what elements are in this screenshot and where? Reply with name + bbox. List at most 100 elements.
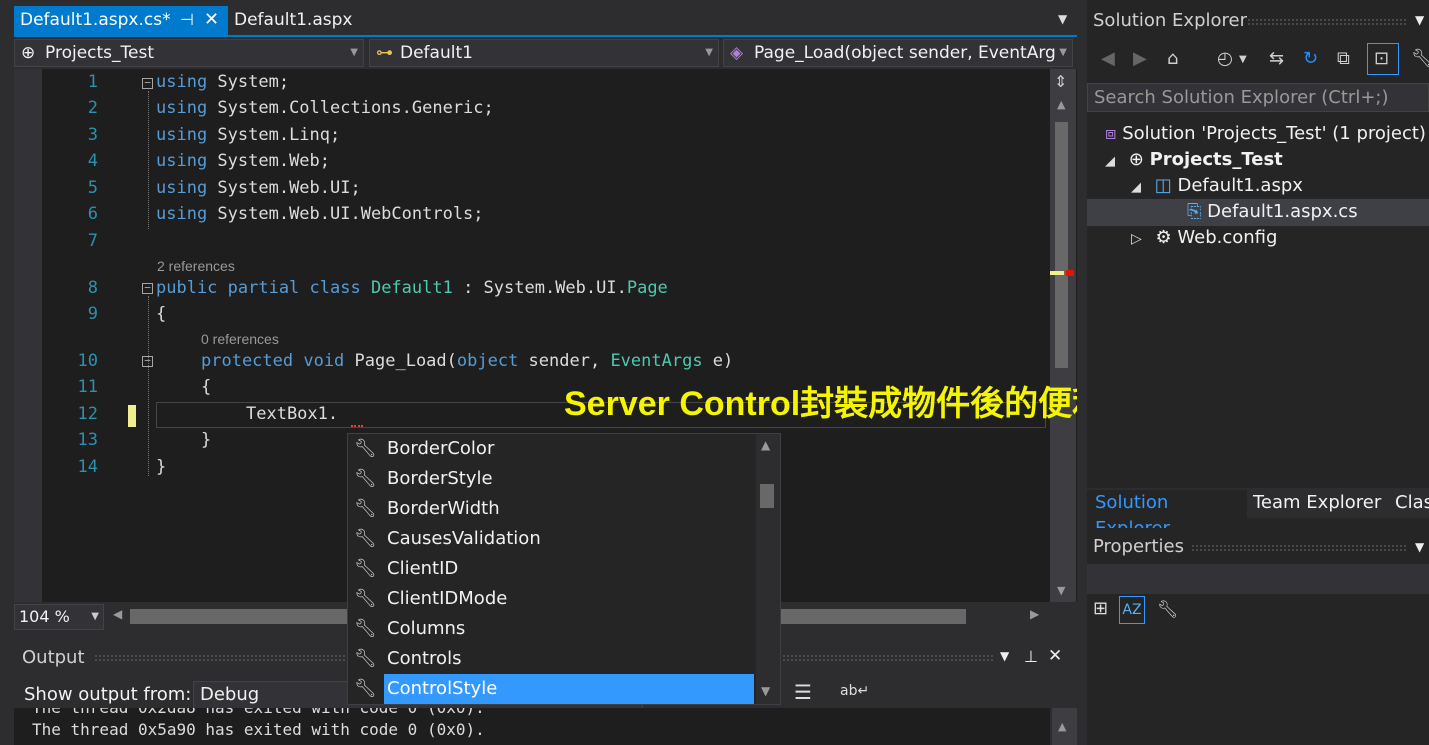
window-position-icon[interactable]: ▼ bbox=[1415, 13, 1424, 27]
clear-all-icon[interactable]: ☰ bbox=[794, 680, 812, 704]
code-line-10: protected void Page_Load(object sender, … bbox=[201, 351, 734, 371]
home-icon[interactable]: ⌂ bbox=[1167, 48, 1178, 69]
class-dropdown[interactable]: ⊶ Default1 ▼ bbox=[369, 39, 719, 67]
tab-team-explorer[interactable]: Team Explorer bbox=[1253, 492, 1381, 513]
intellisense-item[interactable]: 🔧︎ BorderWidth bbox=[348, 494, 754, 524]
intellisense-list[interactable]: 🔧︎ BorderColor 🔧︎ BorderStyle 🔧︎ BorderWidt… bbox=[347, 433, 781, 705]
intellisense-item[interactable]: 🔧︎ Controls bbox=[348, 644, 754, 674]
wrench-icon: 🔧︎ bbox=[354, 438, 377, 459]
sync-icon[interactable]: ⇆ bbox=[1269, 48, 1284, 69]
scroll-right-icon[interactable]: ▶ bbox=[1030, 607, 1039, 621]
outline-guide bbox=[148, 296, 149, 476]
zoom-dropdown[interactable]: 104 % ▼ bbox=[14, 604, 104, 630]
scroll-up-icon[interactable]: ▲ bbox=[1058, 720, 1066, 733]
window-position-icon[interactable]: ▼ bbox=[1415, 540, 1424, 554]
editor-margin bbox=[14, 69, 42, 602]
wrench-icon: 🔧︎ bbox=[354, 528, 377, 549]
intellisense-item-selected[interactable]: 🔧︎ ControlStyle bbox=[348, 674, 754, 704]
collapse-icon[interactable]: − bbox=[142, 77, 153, 89]
wrench-icon: 🔧︎ bbox=[354, 468, 377, 489]
scroll-down-icon[interactable]: ▼ bbox=[761, 684, 770, 698]
codelens-references[interactable]: 0 references bbox=[201, 331, 279, 347]
pin-icon[interactable]: ⊥ bbox=[1024, 647, 1038, 666]
word-wrap-icon[interactable]: ab↵ bbox=[840, 683, 869, 699]
properties-wrench-icon[interactable]: 🔧︎ bbox=[1411, 48, 1429, 69]
tab-overflow-icon[interactable]: ▼ bbox=[1058, 12, 1067, 26]
output-log[interactable]: The thread 0x2da8 has exited with code 0… bbox=[14, 708, 1050, 745]
solution-search-input[interactable]: Search Solution Explorer (Ctrl+;) bbox=[1087, 83, 1429, 112]
intellisense-item[interactable]: 🔧︎ CausesValidation bbox=[348, 524, 754, 554]
chevron-down-icon[interactable]: ▼ bbox=[1239, 54, 1247, 65]
chevron-down-icon: ▼ bbox=[705, 47, 713, 58]
history-icon[interactable]: ◴ bbox=[1217, 48, 1233, 69]
codelens-references[interactable]: 2 references bbox=[157, 258, 235, 274]
tab-default1-aspx-cs[interactable]: Default1.aspx.cs* ⊣ ✕ bbox=[14, 6, 228, 35]
scrollbar-thumb[interactable] bbox=[1055, 122, 1068, 368]
alphabetical-icon[interactable]: AZ bbox=[1119, 596, 1145, 624]
error-squiggle bbox=[351, 424, 363, 427]
output-title: Output bbox=[22, 647, 85, 668]
scroll-down-icon[interactable]: ▼ bbox=[1057, 584, 1065, 597]
code-line-1: using System; bbox=[156, 72, 290, 92]
code-line-14: } bbox=[156, 457, 167, 477]
expanded-icon: ◢ bbox=[1131, 180, 1141, 195]
intellisense-item[interactable]: 🔧︎ BorderColor bbox=[348, 434, 754, 464]
properties-panel bbox=[1087, 528, 1429, 745]
tab-solution-explorer[interactable]: Solution Explorer bbox=[1087, 490, 1247, 539]
output-scrollbar[interactable]: ▲ bbox=[1052, 708, 1077, 745]
scroll-up-icon[interactable]: ▲ bbox=[761, 438, 770, 452]
refresh-icon[interactable]: ↻ bbox=[1303, 48, 1318, 69]
close-icon[interactable]: ✕ bbox=[204, 6, 219, 34]
collapsed-icon: ▷ bbox=[1131, 231, 1142, 247]
intellisense-item[interactable]: 🔧︎ ClientID bbox=[348, 554, 754, 584]
code-line-6: using System.Web.UI.WebControls; bbox=[156, 204, 484, 224]
back-icon[interactable]: ◀ bbox=[1101, 48, 1115, 69]
panel-grip bbox=[1191, 544, 1407, 552]
tree-item-codebehind-label[interactable]: ⎘ Default1.aspx.cs bbox=[1187, 201, 1358, 222]
tab-class-view[interactable]: Clas bbox=[1395, 492, 1429, 513]
wrench-icon: 🔧︎ bbox=[354, 558, 377, 579]
intellisense-item[interactable]: 🔧︎ Columns bbox=[348, 614, 754, 644]
scrollbar-thumb[interactable] bbox=[760, 484, 774, 508]
code-line-12: TextBox1. bbox=[246, 404, 339, 424]
tree-item-solution[interactable]: ⧈ Solution 'Projects_Test' (1 project) bbox=[1105, 123, 1426, 144]
tree-item-page[interactable]: ◢ ◫ Default1.aspx bbox=[1131, 175, 1303, 196]
close-icon[interactable]: ✕ bbox=[1048, 646, 1062, 666]
method-icon: ◈ bbox=[730, 43, 744, 63]
categorized-icon[interactable]: ⊞ bbox=[1093, 598, 1108, 619]
properties-object-dropdown[interactable] bbox=[1087, 564, 1429, 594]
csharp-file-icon: ⎘ bbox=[1187, 201, 1202, 222]
solution-explorer-panel: Solution Explorer ▼ ◀ ▶ ⌂ ◴ ▼ ⇆ ↻ ⧉ ⊡ 🔧︎… bbox=[1087, 0, 1429, 745]
chevron-down-icon: ▼ bbox=[350, 47, 358, 58]
wrench-icon: 🔧︎ bbox=[354, 678, 377, 699]
window-position-icon[interactable]: ▼ bbox=[1000, 649, 1009, 663]
intellisense-scrollbar[interactable]: ▲ ▼ bbox=[756, 434, 780, 704]
expanded-icon: ◢ bbox=[1105, 154, 1115, 169]
code-line-3: using System.Linq; bbox=[156, 125, 341, 145]
chevron-down-icon: ▼ bbox=[91, 611, 99, 622]
show-all-files-button[interactable]: ⊡ bbox=[1367, 43, 1399, 75]
output-line: The thread 0x5a90 has exited with code 0… bbox=[32, 720, 485, 739]
chevron-down-icon: ▼ bbox=[1059, 40, 1067, 66]
collapse-all-icon[interactable]: ⧉ bbox=[1337, 48, 1350, 69]
code-line-4: using System.Web; bbox=[156, 151, 331, 171]
split-editor-icon[interactable]: ⇕ bbox=[1054, 72, 1067, 91]
intellisense-item[interactable]: 🔧︎ ClientIDMode bbox=[348, 584, 754, 614]
tree-item-config[interactable]: ▷ ⚙ Web.config bbox=[1131, 227, 1277, 248]
wrench-icon: 🔧︎ bbox=[354, 498, 377, 519]
pin-icon[interactable]: ⊣ bbox=[180, 6, 194, 34]
web-page-icon: ◫ bbox=[1154, 175, 1172, 196]
scroll-up-icon[interactable]: ▲ bbox=[1057, 98, 1065, 111]
tab-default1-aspx[interactable]: Default1.aspx bbox=[228, 6, 378, 35]
intellisense-item[interactable]: 🔧︎ BorderStyle bbox=[348, 464, 754, 494]
properties-wrench-icon[interactable]: 🔧︎ bbox=[1157, 600, 1179, 620]
wrench-icon: 🔧︎ bbox=[354, 648, 377, 669]
forward-icon[interactable]: ▶ bbox=[1133, 48, 1147, 69]
member-dropdown[interactable]: ◈ Page_Load(object sender, EventArg ▼ bbox=[723, 39, 1073, 67]
panel-splitter[interactable] bbox=[1077, 0, 1087, 745]
project-dropdown[interactable]: ⊕ Projects_Test ▼ bbox=[14, 39, 364, 67]
wrench-icon: 🔧︎ bbox=[354, 618, 377, 639]
scroll-left-icon[interactable]: ◀ bbox=[113, 607, 122, 621]
tree-item-project[interactable]: ◢ ⊕ Projects_Test bbox=[1105, 149, 1283, 170]
collapse-icon[interactable]: − bbox=[142, 282, 153, 294]
